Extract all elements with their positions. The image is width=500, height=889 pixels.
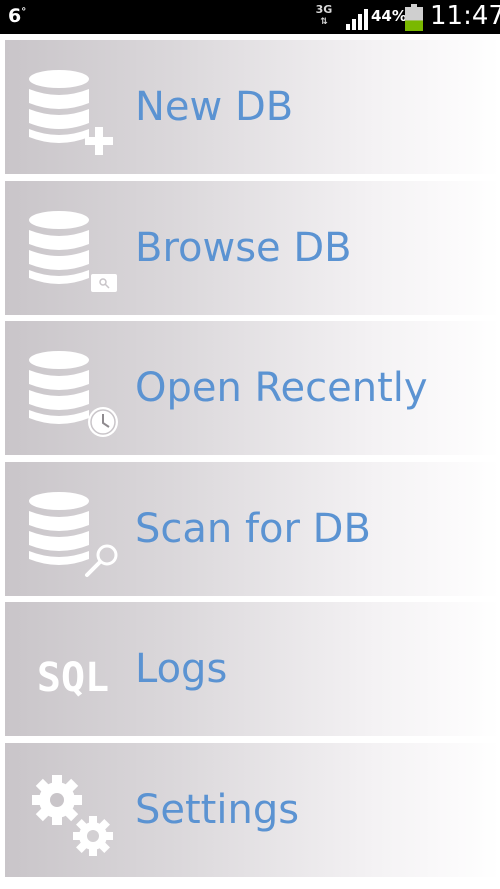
gears-icon xyxy=(32,775,113,856)
database-add-icon xyxy=(29,70,113,155)
network-type: 3G xyxy=(315,3,333,16)
battery-icon xyxy=(405,4,423,31)
menu-item-settings[interactable]: Settings xyxy=(5,743,500,877)
menu-item-label: Settings xyxy=(135,787,300,833)
svg-text:SQL: SQL xyxy=(37,655,109,701)
menu-item-scan-for-db[interactable]: Scan for DB xyxy=(5,462,500,596)
clock: 11:47 xyxy=(430,1,500,31)
database-recent-icon xyxy=(29,351,118,437)
menu-item-open-recently[interactable]: Open Recently xyxy=(5,321,500,455)
data-arrows-icon: ⇅ xyxy=(320,17,328,27)
menu-item-logs[interactable]: SQL Logs xyxy=(5,602,500,736)
notification-indicator: 6° xyxy=(8,5,27,27)
menu-item-new-db[interactable]: New DB xyxy=(5,40,500,174)
status-bar: 6° 3G ⇅ 44% 11:47 xyxy=(0,0,500,34)
battery-percent: 44% xyxy=(371,7,407,25)
signal-strength-icon xyxy=(346,9,368,30)
menu-item-browse-db[interactable]: Browse DB xyxy=(5,181,500,315)
menu-item-label: Logs xyxy=(135,646,228,692)
menu-item-label: Open Recently xyxy=(135,365,428,411)
database-scan-icon xyxy=(29,492,118,577)
network-indicator: 3G ⇅ xyxy=(313,4,335,30)
menu-item-label: Browse DB xyxy=(135,225,352,271)
menu-item-label: Scan for DB xyxy=(135,506,371,552)
menu-item-label: New DB xyxy=(135,84,294,130)
sql-icon: SQL xyxy=(37,655,109,701)
database-browse-icon xyxy=(29,211,117,292)
